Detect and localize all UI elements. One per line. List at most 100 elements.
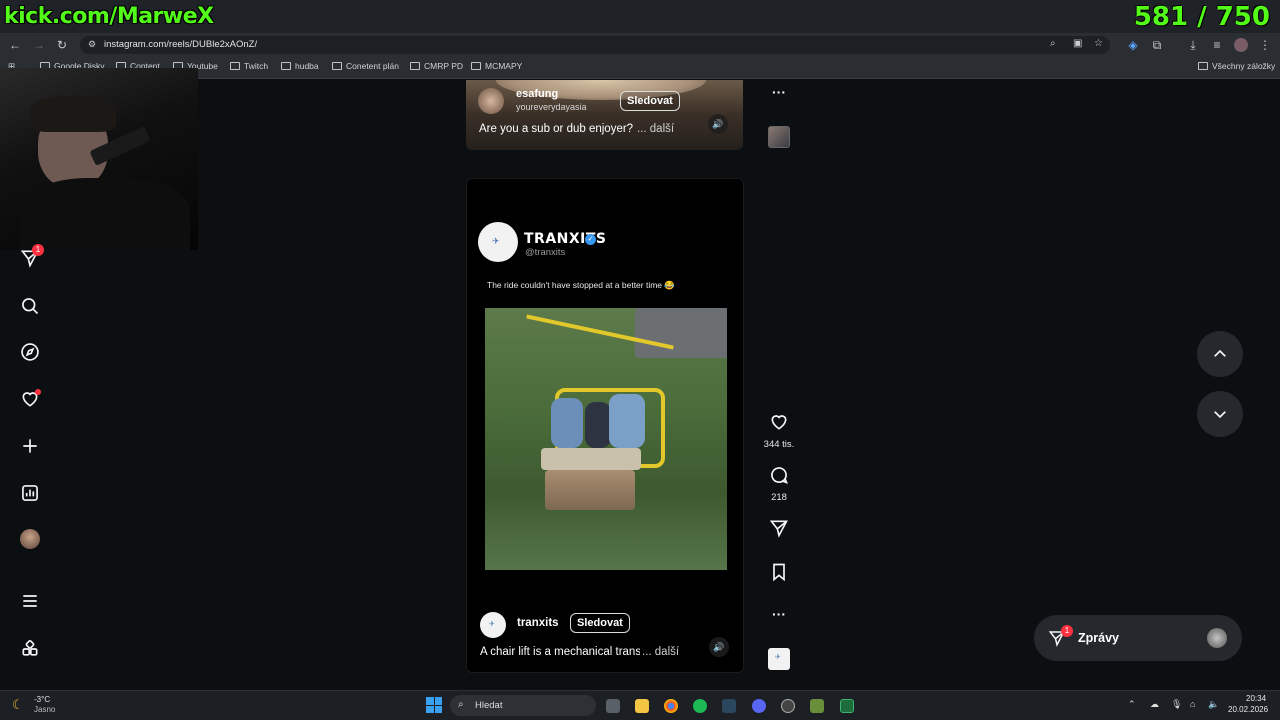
browser-menu-icon[interactable]: ⋮ — [1258, 38, 1272, 52]
reload-icon[interactable]: ↻ — [55, 38, 69, 52]
share-button[interactable] — [767, 518, 791, 543]
sidebar-item-create[interactable] — [18, 434, 42, 458]
messages-button[interactable]: 1 Zprávy — [1034, 615, 1242, 661]
rider-middle — [585, 402, 611, 448]
prev-reel-more-options-icon[interactable]: ··· — [767, 84, 791, 100]
next-reel-button[interactable] — [1197, 391, 1243, 437]
tray-volume-icon[interactable]: 🔈 — [1208, 699, 1219, 710]
save-button[interactable] — [767, 562, 791, 587]
tranxits-avatar[interactable]: ✈ — [480, 612, 506, 638]
tray-network-icon[interactable]: ⌂ — [1190, 699, 1195, 709]
messages-avatar — [1207, 628, 1227, 648]
clock-time[interactable]: 20:34 — [1246, 694, 1266, 703]
esafung-avatar[interactable] — [478, 88, 504, 114]
prev-reel-audio-thumbnail[interactable] — [768, 126, 790, 148]
obs-icon[interactable] — [781, 699, 795, 713]
taskbar-search[interactable]: ⌕ Hledat — [450, 695, 596, 716]
folder-icon — [471, 62, 481, 70]
clock-date[interactable]: 20.02.2026 — [1228, 705, 1268, 714]
current-reel-card[interactable]: ✈ TRANXITS ✓ @tranxits The ride couldn't… — [466, 178, 744, 673]
reel-caption: A chair lift is a mechanical trans — [480, 646, 640, 658]
minecraft-icon[interactable] — [810, 699, 824, 713]
prev-reel-username[interactable]: esafung — [516, 88, 558, 100]
weather-desc[interactable]: Jasno — [34, 705, 55, 714]
tray-mic-icon[interactable]: 🎙 — [1171, 699, 1182, 710]
embed-caption: The ride couldn't have stopped at a bett… — [487, 280, 675, 290]
comment-button[interactable]: 218 — [767, 465, 791, 503]
bookmark-conetent-plan[interactable]: Conetent plán — [332, 61, 399, 71]
profile-avatar — [20, 529, 40, 549]
bookmark-hudba[interactable]: hudba — [281, 61, 319, 71]
url-text: instagram.com/reels/DUBle2xAOnZ/ — [104, 39, 258, 50]
site-settings-icon[interactable]: ⚙ — [88, 39, 96, 50]
reel-video[interactable] — [485, 308, 727, 570]
prev-reel-more-link[interactable]: ... další — [637, 123, 674, 135]
like-button[interactable]: 344 tis. — [764, 412, 794, 450]
steam-icon[interactable] — [722, 699, 736, 713]
all-bookmarks[interactable]: Všechny záložky — [1198, 61, 1275, 71]
tray-onedrive-icon[interactable]: ☁ — [1150, 699, 1159, 710]
sidebar-item-dashboard[interactable] — [18, 481, 42, 505]
bookmark-star-icon[interactable]: ☆ — [1094, 38, 1103, 49]
bookmark-twitch[interactable]: Twitch — [230, 61, 268, 71]
weather-moon-icon[interactable]: ☾ — [12, 697, 24, 713]
download-icon[interactable]: ⤓ — [1186, 38, 1200, 52]
windows-start-icon[interactable] — [426, 697, 442, 713]
plane-icon: ✈ — [492, 236, 500, 246]
previous-reel-button[interactable] — [1197, 331, 1243, 377]
sidebar-item-search[interactable] — [18, 294, 42, 318]
sidebar-item-also-from-meta[interactable] — [18, 637, 42, 661]
chevron-up-icon — [1214, 349, 1226, 357]
start-tile — [426, 697, 434, 705]
spotify-icon[interactable] — [693, 699, 707, 713]
messages-label: Zprávy — [1078, 631, 1119, 645]
forward-icon[interactable]: → — [32, 38, 46, 52]
weather-temp[interactable]: -3°C — [34, 695, 50, 704]
taskbar-search-placeholder: Hledat — [475, 700, 503, 711]
chrome-icon[interactable] — [664, 699, 678, 713]
insights-icon — [22, 485, 38, 501]
chairlift-mechanism — [635, 308, 727, 358]
reel-more-link[interactable]: ... další — [642, 646, 679, 658]
kick-channel-overlay: kick.com/MarweX — [4, 4, 214, 29]
tray-overflow-icon[interactable]: ⌃ — [1128, 699, 1136, 710]
previous-reel-card[interactable]: esafung youreverydayasia Sledovat Are yo… — [466, 80, 743, 150]
folder-icon — [1198, 62, 1208, 70]
back-icon[interactable]: ← — [8, 38, 22, 52]
send-icon — [769, 520, 788, 538]
reel-username[interactable]: tranxits — [517, 617, 559, 629]
discord-icon[interactable] — [752, 699, 766, 713]
browser-toolbar: ← → ↻ ⚙ instagram.com/reels/DUBle2xAOnZ/… — [0, 33, 1280, 57]
sidebar-item-profile[interactable] — [18, 527, 42, 551]
start-tile — [434, 697, 442, 705]
streamer-shirt — [20, 178, 190, 250]
cast-icon[interactable]: ▣ — [1073, 38, 1082, 49]
file-explorer-icon[interactable] — [635, 699, 649, 713]
profile-avatar-icon[interactable] — [1234, 38, 1248, 52]
excel-icon[interactable] — [840, 699, 854, 713]
apps-icon — [22, 639, 38, 656]
sidebar-item-explore[interactable] — [18, 340, 42, 364]
extensions-puzzle-icon[interactable]: ⧉ — [1150, 38, 1164, 52]
reel-more-options-icon[interactable]: ··· — [767, 606, 791, 622]
media-icon[interactable]: ≡ — [1210, 38, 1224, 52]
tranxits-embed-logo: ✈ — [478, 222, 518, 262]
sidebar-item-more[interactable] — [18, 589, 42, 613]
task-view-icon[interactable] — [606, 699, 620, 713]
bookmark-cmrp-pd[interactable]: CMRP PD — [410, 61, 463, 71]
folder-icon — [410, 62, 420, 70]
bookmark-mcmapy[interactable]: MCMAPY — [471, 61, 522, 71]
sidebar-item-notifications[interactable] — [18, 387, 42, 411]
sidebar-item-messages[interactable]: 1 — [18, 244, 44, 270]
reel-volume-icon[interactable]: 🔊 — [709, 637, 729, 657]
zoom-icon[interactable]: ⌕ — [1050, 38, 1056, 49]
prev-reel-audio[interactable]: youreverydayasia — [516, 102, 587, 112]
address-bar[interactable]: ⚙ instagram.com/reels/DUBle2xAOnZ/ ⌕ ▣ ☆ — [80, 36, 1110, 54]
reel-audio-thumbnail[interactable]: ✈ — [768, 648, 790, 670]
bookmark-icon — [773, 563, 785, 582]
comment-count: 218 — [771, 492, 787, 503]
extension-icon[interactable]: ◈ — [1126, 38, 1140, 52]
prev-reel-volume-icon[interactable]: 🔊 — [708, 114, 728, 134]
prev-reel-follow-button[interactable]: Sledovat — [620, 91, 680, 111]
reel-follow-button[interactable]: Sledovat — [570, 613, 630, 633]
